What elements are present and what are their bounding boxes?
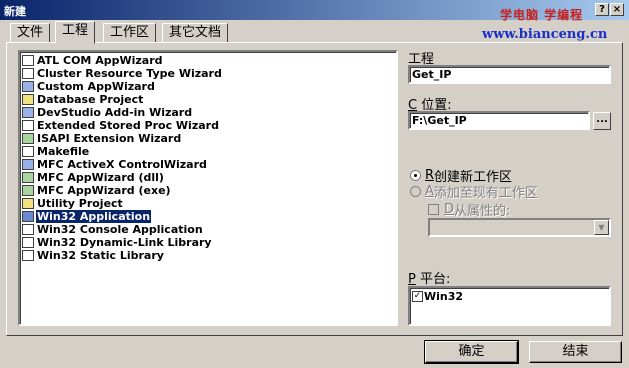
console-app-icon bbox=[22, 224, 34, 235]
dll-icon bbox=[22, 237, 34, 248]
platform-item[interactable]: ✓ Win32 bbox=[412, 290, 463, 303]
cluster-wizard-icon bbox=[22, 68, 34, 79]
list-item[interactable]: DevStudio Add-in Wizard bbox=[22, 106, 193, 119]
add-to-workspace-radio[interactable]: A 添加至现有工作区 bbox=[410, 182, 538, 201]
list-item[interactable]: ISAPI Extension Wizard bbox=[22, 132, 182, 145]
list-item[interactable]: Extended Stored Proc Wizard bbox=[22, 119, 220, 132]
list-item[interactable]: Makefile bbox=[22, 145, 90, 158]
utility-icon bbox=[22, 198, 34, 209]
checkbox-icon bbox=[428, 204, 439, 215]
addin-wizard-icon bbox=[22, 107, 34, 118]
list-item[interactable]: ATL COM AppWizard bbox=[22, 54, 164, 67]
project-name-input[interactable]: Get_IP bbox=[408, 65, 611, 84]
ok-button[interactable]: 确定 bbox=[424, 340, 519, 364]
radio-dot-icon bbox=[410, 170, 421, 181]
tab-projects[interactable]: 工程 bbox=[55, 21, 96, 44]
database-icon bbox=[22, 94, 34, 105]
custom-wizard-icon bbox=[22, 81, 34, 92]
location-input[interactable]: F:\Get_IP bbox=[408, 111, 590, 130]
window-title: 新建 bbox=[4, 5, 26, 18]
dependency-checkbox[interactable]: D 从属性的: bbox=[428, 200, 510, 219]
dependency-combo[interactable]: ▼ bbox=[428, 218, 611, 237]
atl-wizard-icon bbox=[22, 55, 34, 66]
list-item[interactable]: Utility Project bbox=[22, 197, 124, 210]
platform-list[interactable]: ✓ Win32 bbox=[408, 286, 611, 326]
list-item[interactable]: MFC AppWizard (exe) bbox=[22, 184, 172, 197]
checkmark-icon: ✓ bbox=[412, 291, 423, 302]
project-type-list[interactable]: ATL COM AppWizard Cluster Resource Type … bbox=[18, 50, 398, 326]
list-item[interactable]: MFC AppWizard (dll) bbox=[22, 171, 165, 184]
list-item[interactable]: MFC ActiveX ControlWizard bbox=[22, 158, 208, 171]
list-item[interactable]: Database Project bbox=[22, 93, 144, 106]
list-item[interactable]: Cluster Resource Type Wizard bbox=[22, 67, 223, 80]
platforms-label: P 平台: bbox=[408, 272, 451, 287]
list-item[interactable]: Custom AppWizard bbox=[22, 80, 156, 93]
static-lib-icon bbox=[22, 250, 34, 261]
list-item-selected[interactable]: Win32 Application bbox=[22, 210, 152, 223]
chevron-down-icon[interactable]: ▼ bbox=[594, 220, 609, 235]
tab-workspaces[interactable]: 工作区 bbox=[103, 23, 157, 43]
isapi-icon bbox=[22, 133, 34, 144]
mfc-dll-icon bbox=[22, 172, 34, 183]
cancel-button[interactable]: 结束 bbox=[529, 341, 622, 363]
close-button[interactable]: × bbox=[610, 3, 624, 16]
list-item[interactable]: Win32 Console Application bbox=[22, 223, 204, 236]
list-item[interactable]: Win32 Dynamic-Link Library bbox=[22, 236, 213, 249]
browse-button[interactable]: ... bbox=[593, 112, 611, 130]
radio-dot-icon bbox=[410, 186, 421, 197]
win32-app-icon bbox=[22, 211, 34, 222]
tab-other-documents[interactable]: 其它文档 bbox=[162, 23, 229, 43]
mfc-exe-icon bbox=[22, 185, 34, 196]
tab-files[interactable]: 文件 bbox=[10, 23, 51, 43]
watermark-text: 学电脑 学编程 bbox=[500, 8, 584, 22]
help-button[interactable]: ? bbox=[595, 3, 609, 16]
stored-proc-icon bbox=[22, 120, 34, 131]
watermark-url: www.bianceng.cn bbox=[482, 27, 608, 42]
makefile-icon bbox=[22, 146, 34, 157]
activex-icon bbox=[22, 159, 34, 170]
list-item[interactable]: Win32 Static Library bbox=[22, 249, 165, 262]
